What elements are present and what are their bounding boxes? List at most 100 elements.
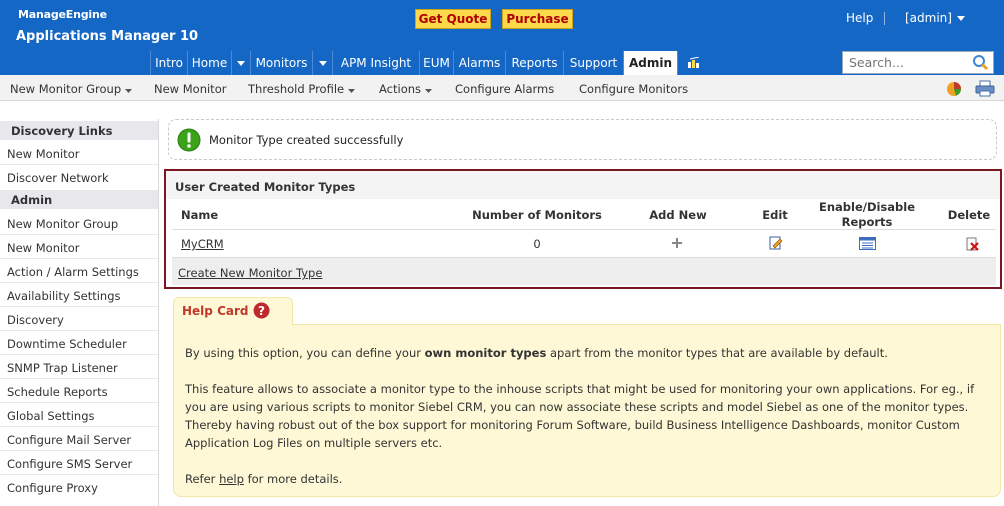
delete-icon[interactable] — [966, 237, 979, 251]
sidebar-item-downtime-scheduler[interactable]: Downtime Scheduler — [7, 337, 127, 351]
tab-apm-insight[interactable]: APM Insight — [332, 51, 419, 75]
personalize-tab[interactable] — [677, 51, 709, 75]
report-list-icon[interactable] — [859, 237, 876, 250]
sidebar-item-configure-sms-server[interactable]: Configure SMS Server — [7, 457, 132, 471]
chevron-down-icon — [318, 60, 327, 66]
get-quote-button[interactable]: Get Quote — [415, 9, 491, 29]
tab-home[interactable]: Home — [187, 51, 231, 75]
help-text: apart from the monitor types that are av… — [546, 346, 888, 360]
divider — [0, 164, 158, 165]
edit-chart-icon — [687, 57, 699, 68]
table-row: MyCRM 0 — [166, 230, 1000, 256]
help-card: Help Card ? By using this option, you ca… — [173, 297, 1001, 497]
sidebar-item-new-monitor-admin[interactable]: New Monitor — [7, 241, 79, 255]
add-new-icon[interactable] — [672, 238, 682, 248]
success-check-icon — [177, 128, 201, 152]
new-monitor-menu[interactable]: New Monitor — [154, 82, 226, 96]
divider — [0, 258, 158, 259]
header-divider — [884, 12, 885, 25]
configure-alarms-menu[interactable]: Configure Alarms — [455, 82, 554, 96]
column-header-name: Name — [181, 208, 219, 222]
divider — [0, 282, 158, 283]
app-header: ManageEngine Applications Manager 10 Get… — [0, 0, 1004, 51]
column-header-delete: Delete — [947, 208, 991, 222]
help-text: for more details. — [243, 472, 343, 486]
user-menu[interactable]: [admin] — [905, 11, 952, 25]
chevron-down-icon — [124, 89, 132, 93]
search-input[interactable] — [843, 52, 969, 73]
divider — [0, 234, 158, 235]
sidebar-item-configure-mail-server[interactable]: Configure Mail Server — [7, 433, 131, 447]
help-link[interactable]: help — [219, 472, 244, 486]
search-icon[interactable] — [972, 54, 989, 71]
menu-label: Actions — [379, 82, 422, 96]
divider — [0, 474, 158, 475]
sidebar-item-new-monitor-group[interactable]: New Monitor Group — [7, 217, 118, 231]
sidebar-item-action-alarm-settings[interactable]: Action / Alarm Settings — [7, 265, 139, 279]
sidebar-item-new-monitor[interactable]: New Monitor — [7, 147, 79, 161]
app-title: Applications Manager 10 — [16, 29, 199, 44]
tab-reports[interactable]: Reports — [505, 51, 563, 75]
divider — [0, 450, 158, 451]
chevron-down-icon[interactable] — [957, 16, 965, 21]
discovery-links-heading: Discovery Links — [0, 121, 158, 140]
print-icon[interactable] — [975, 80, 995, 97]
panel-title: User Created Monitor Types — [166, 171, 1000, 199]
configure-monitors-menu[interactable]: Configure Monitors — [579, 82, 688, 96]
create-new-monitor-type-link[interactable]: Create New Monitor Type — [178, 266, 322, 280]
chevron-down-icon — [424, 89, 432, 93]
sidebar-item-configure-proxy[interactable]: Configure Proxy — [7, 481, 98, 495]
tab-admin[interactable]: Admin — [623, 51, 677, 75]
table-footer: Create New Monitor Type — [172, 257, 996, 285]
sidebar-item-global-settings[interactable]: Global Settings — [7, 409, 95, 423]
new-monitor-group-menu[interactable]: New Monitor Group — [10, 82, 132, 96]
sidebar: Discovery Links New Monitor Discover Net… — [0, 119, 159, 506]
admin-heading: Admin — [0, 190, 158, 209]
threshold-profile-menu[interactable]: Threshold Profile — [248, 82, 355, 96]
sub-nav: New Monitor Group New Monitor Threshold … — [0, 75, 1004, 101]
column-header-edit: Edit — [762, 208, 788, 222]
help-line: Thereby having robust out of the box sup… — [185, 418, 960, 432]
tab-join — [174, 323, 292, 326]
actions-menu[interactable]: Actions — [379, 82, 432, 96]
pie-chart-icon[interactable] — [944, 80, 964, 97]
monitor-types-panel: User Created Monitor Types Name Number o… — [164, 169, 1002, 289]
divider — [0, 306, 158, 307]
tab-intro[interactable]: Intro — [150, 51, 187, 75]
divider — [0, 330, 158, 331]
success-message: Monitor Type created successfully — [168, 119, 997, 160]
help-line: This feature allows to associate a monit… — [185, 382, 975, 396]
monitors-dropdown-button[interactable] — [312, 51, 332, 75]
column-header-add-new: Add New — [649, 208, 707, 222]
tab-monitors[interactable]: Monitors — [250, 51, 312, 75]
edit-icon[interactable] — [769, 236, 783, 250]
tab-eum[interactable]: EUM — [419, 51, 453, 75]
tab-support[interactable]: Support — [563, 51, 623, 75]
tab-alarms[interactable]: Alarms — [453, 51, 505, 75]
home-dropdown-button[interactable] — [231, 51, 250, 75]
help-paragraph-2: This feature allows to associate a monit… — [185, 380, 974, 452]
monitor-type-link[interactable]: MyCRM — [181, 237, 224, 251]
column-header-number-of-monitors: Number of Monitors — [472, 208, 602, 222]
sidebar-item-snmp-trap-listener[interactable]: SNMP Trap Listener — [7, 361, 118, 375]
sidebar-item-availability-settings[interactable]: Availability Settings — [7, 289, 121, 303]
column-header-enable-disable-reports: Enable/Disable Reports — [818, 200, 916, 229]
divider — [0, 378, 158, 379]
sidebar-item-schedule-reports[interactable]: Schedule Reports — [7, 385, 108, 399]
divider — [0, 354, 158, 355]
menu-label: Threshold Profile — [248, 82, 345, 96]
brand-logo: ManageEngine — [18, 8, 107, 21]
sidebar-item-discover-network[interactable]: Discover Network — [7, 171, 109, 185]
monitor-count: 0 — [533, 237, 541, 251]
svg-text:?: ? — [258, 304, 265, 318]
sidebar-item-discovery[interactable]: Discovery — [7, 313, 64, 327]
help-link[interactable]: Help — [846, 11, 873, 25]
help-paragraph-3: Refer help for more details. — [185, 470, 342, 488]
help-emphasis: own monitor types — [424, 346, 547, 360]
chevron-down-icon — [347, 89, 355, 93]
help-paragraph-1: By using this option, you can define you… — [185, 344, 888, 362]
help-question-icon: ? — [253, 302, 270, 319]
menu-label: New Monitor Group — [10, 82, 122, 96]
purchase-button[interactable]: Purchase — [502, 9, 573, 29]
search-box — [842, 51, 994, 74]
